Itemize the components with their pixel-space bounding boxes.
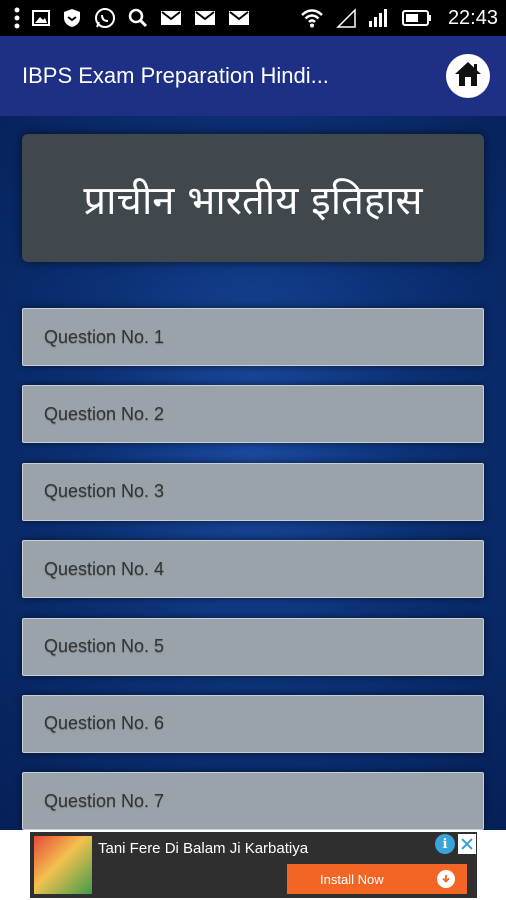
ad-banner-container: Tani Fere Di Balam Ji Karbatiya i Instal… [0,830,506,900]
download-icon [437,870,455,888]
signal-full-icon [368,8,390,28]
question-list: Question No. 1 Question No. 2 Question N… [22,308,484,830]
gmail-icon [160,10,182,26]
question-label: Question No. 1 [44,326,165,347]
question-item-2[interactable]: Question No. 2 [22,385,484,444]
whatsapp-icon [94,7,116,29]
install-now-button[interactable]: Install Now [287,864,467,894]
question-item-6[interactable]: Question No. 6 [22,694,484,753]
main-content: प्राचीन भारतीय इतिहास Question No. 1 Que… [0,116,506,830]
question-item-4[interactable]: Question No. 4 [22,540,484,599]
question-label: Question No. 6 [44,713,165,734]
question-label: Question No. 4 [44,558,165,579]
app-bar: IBPS Exam Preparation Hindi... [0,36,506,116]
topic-header-card: प्राचीन भारतीय इतिहास [22,134,484,262]
home-icon [453,60,483,92]
install-now-label: Install Now [320,871,384,887]
more-vert-icon [14,7,20,29]
question-item-1[interactable]: Question No. 1 [22,308,484,366]
battery-icon [401,9,432,27]
ad-close-icon[interactable] [458,834,476,854]
status-time: 22:43 [447,6,498,29]
question-label: Question No. 5 [44,636,165,657]
wifi-icon [300,8,324,28]
ad-thumbnail-image [34,836,92,894]
status-bar: 22:43 [0,0,506,36]
image-icon [32,9,50,27]
question-label: Question No. 7 [44,790,165,811]
question-item-5[interactable]: Question No. 5 [22,617,484,676]
ad-banner[interactable]: Tani Fere Di Balam Ji Karbatiya i Instal… [30,832,477,898]
question-label: Question No. 2 [44,403,165,424]
status-bar-right: 22:43 [300,7,498,30]
question-label: Question No. 3 [44,481,165,502]
question-item-7[interactable]: Question No. 7 [22,772,484,830]
ad-info-icon[interactable]: i [435,834,455,854]
ad-title: Tani Fere Di Balam Ji Karbatiya [98,840,309,857]
shield-app-icon [62,8,82,28]
app-title: IBPS Exam Preparation Hindi... [22,63,329,88]
signal-empty-icon [336,8,356,28]
status-bar-left [14,7,250,29]
topic-title: प्राचीन भारतीय इतिहास [83,177,423,224]
gmail-icon [194,10,216,26]
home-button[interactable] [446,54,490,98]
search-icon [128,8,148,28]
gmail-icon [228,10,250,26]
question-item-3[interactable]: Question No. 3 [22,462,484,521]
